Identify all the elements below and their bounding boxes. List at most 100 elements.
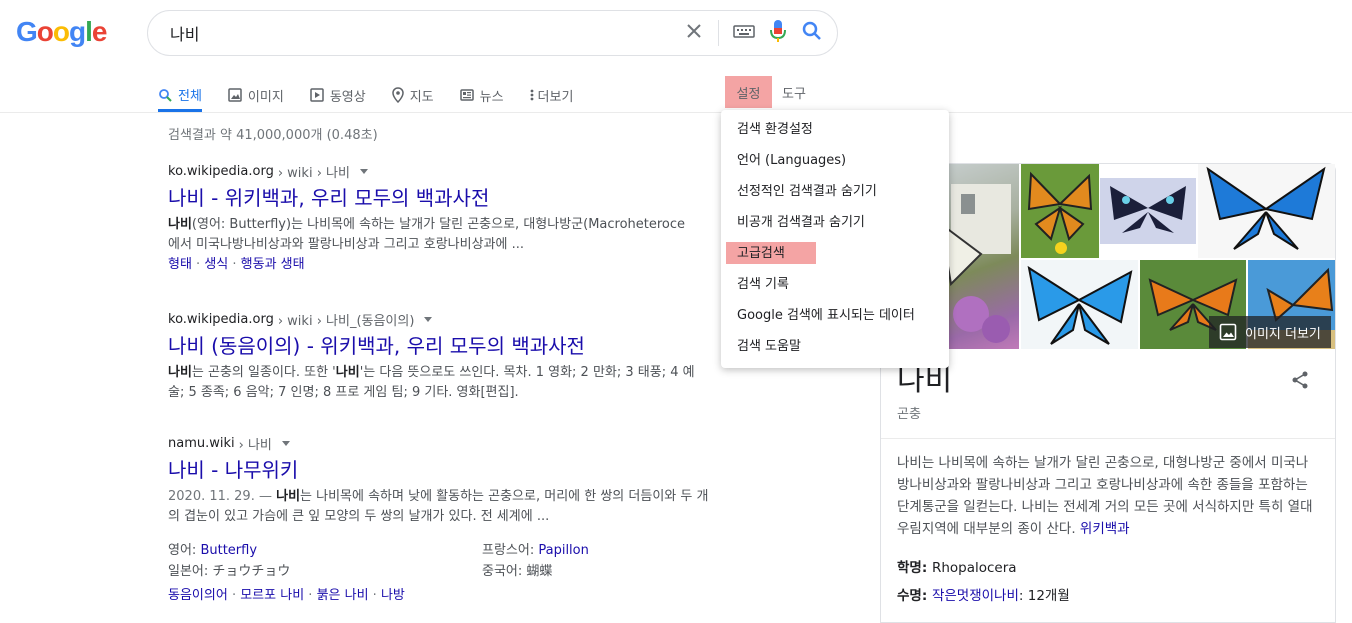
sitelink[interactable]: 행동과 생태 [241,257,305,272]
result-title[interactable]: 나비 - 나무위키 [168,457,768,483]
settings-menu: 검색 환경설정 언어 (Languages) 선정적인 검색결과 숨기기 비공개… [721,110,949,368]
tab-label: 더보기 [537,89,574,105]
google-logo[interactable]: Google [16,16,108,48]
sitelink[interactable]: 생식 [204,257,228,272]
microphone-icon[interactable] [769,19,787,47]
snippet-text: '는 다음 뜻으로도 쓰인다. 목차. 1 영화; 2 만화; 3 태풍; 4 … [359,365,695,380]
snippet-text: 에서 미국나방나비상과와 팔랑나비상과 그리고 호랑나비상과에 ... [168,237,524,252]
menu-item-search-history[interactable]: 검색 기록 [721,271,949,302]
result-snippet: 2020. 11. 29. — 나비는 나비목에 속하며 낮에 활동하는 곤충으… [168,487,768,527]
fact-value: Rhopalocera [931,560,1017,576]
tab-label: 지도 [409,89,434,105]
menu-item-label: 고급검색 [737,246,785,261]
search-icon[interactable] [801,20,823,46]
menu-item-your-data[interactable]: Google 검색에 표시되는 데이터 [721,302,949,333]
butterfly-image[interactable] [1198,164,1335,258]
result-snippet: 나비(영어: Butterfly)는 나비목에 속하는 날개가 달린 곤충으로,… [168,215,768,255]
sitelink[interactable]: 나방 [381,588,405,603]
more-images-button[interactable]: 이미지 더보기 [1209,316,1331,348]
snippet-text: (영어: Butterfly)는 나비목에 속하는 날개가 달린 곤충으로, 대… [191,217,686,232]
separator: · [228,257,241,272]
menu-item-hide-private[interactable]: 비공개 검색결과 숨기기 [721,209,949,240]
kp-source-link[interactable]: 위키백과 [1080,521,1130,537]
logo-letter: o [52,16,70,47]
chevron-down-icon[interactable] [281,441,290,446]
fact-value[interactable]: Papillon [538,543,589,558]
snippet-bold: 나비 [335,365,360,380]
fact-english: 영어: Butterfly [168,539,257,558]
tab-videos[interactable]: 동영상 [310,78,366,110]
sitelinks: 동음이의어 · 모르포 나비 · 붉은 나비 · 나방 [168,586,405,606]
separator: · [304,588,317,603]
menu-item-label: 검색 환경설정 [737,122,813,137]
fact-link[interactable]: 작은멋쟁이나비 [932,588,1019,604]
menu-item-advanced-search[interactable]: 고급검색 [721,240,949,271]
result-cite[interactable]: ko.wikipedia.org › wiki › 나비_(동음이의) [168,310,768,329]
result-path: › wiki › 나비_(동음이의) [277,314,415,329]
result-cite[interactable]: ko.wikipedia.org › wiki › 나비 [168,162,768,181]
result-path: › wiki › 나비 [277,166,350,181]
menu-item-label: Google 검색에 표시되는 데이터 [737,308,915,323]
butterfly-image[interactable] [1021,164,1099,258]
keyboard-icon[interactable] [733,23,755,43]
result-path: › 나비 [238,438,272,453]
butterfly-image[interactable] [1100,178,1196,244]
sitelink[interactable]: 동음이의어 [168,588,228,603]
more-vert-icon [530,89,533,101]
chevron-down-icon[interactable] [359,169,368,174]
tab-images[interactable]: 이미지 [228,78,284,110]
chevron-down-icon[interactable] [424,317,433,322]
snippet-text: 술; 5 종족; 6 음악; 7 인명; 8 프로 게임 팀; 9 기타. 영화… [168,385,519,400]
result-stats: 검색결과 약 41,000,000개 (0.48초) [168,128,378,143]
separator: · [368,588,381,603]
fact-japanese: 일본어: チョウチョウ [168,560,290,579]
fact-chinese: 중국어: 蝴蝶 [482,560,552,579]
fact-key: 프랑스어: [482,543,539,558]
kp-subtitle: 곤충 [897,407,921,422]
menu-item-hide-explicit[interactable]: 선정적인 검색결과 숨기기 [721,178,949,209]
sitelink[interactable]: 형태 [168,257,192,272]
result-cite[interactable]: namu.wiki › 나비 [168,434,768,453]
tools-label: 도구 [782,86,806,102]
search-input[interactable] [168,22,648,44]
fact-key: 학명: [897,560,932,576]
logo-letter: e [91,16,108,47]
butterfly-image[interactable] [1021,260,1138,349]
result-domain: ko.wikipedia.org [168,312,274,327]
snippet-bold: 나비 [276,489,301,504]
result-snippet: 나비는 곤충의 일종이다. 또한 '나비'는 다음 뜻으로도 쓰인다. 목차. … [168,363,768,403]
tab-more[interactable]: 더보기 [530,78,574,110]
tab-all[interactable]: 전체 [158,78,202,112]
sitelink[interactable]: 모르포 나비 [240,588,304,603]
tools-tab[interactable]: 도구 [782,76,806,108]
clear-icon[interactable] [684,21,704,45]
sitelinks: 형태 · 생식 · 행동과 생태 [168,255,768,275]
tab-label: 전체 [178,89,202,104]
share-icon[interactable] [1290,370,1310,394]
menu-item-label: 선정적인 검색결과 숨기기 [737,184,877,199]
more-images-label: 이미지 더보기 [1245,326,1321,342]
tab-label: 이미지 [247,89,284,105]
menu-item-search-help[interactable]: 검색 도움말 [721,333,949,364]
fact-key: 일본어: [168,564,213,579]
menu-item-search-settings[interactable]: 검색 환경설정 [721,116,949,147]
snippet-bold: 나비 [168,365,192,380]
result-title[interactable]: 나비 (동음이의) - 위키백과, 우리 모두의 백과사전 [168,333,768,359]
kp-divider [881,438,1335,439]
result-title[interactable]: 나비 - 위키백과, 우리 모두의 백과사전 [168,185,768,211]
tab-maps[interactable]: 지도 [391,78,434,110]
settings-label: 설정 [736,86,761,102]
snippet-bold: 나비 [168,217,192,232]
result-domain: namu.wiki [168,436,235,451]
snippet-text: 는 나비목에 속하며 낮에 활동하는 곤충으로, 머리에 한 쌍의 더듬이와 두… [300,489,709,504]
result-domain: ko.wikipedia.org [168,164,274,179]
sitelink[interactable]: 붉은 나비 [317,588,369,603]
settings-tab[interactable]: 설정 [725,76,772,108]
video-icon [310,88,324,102]
menu-item-languages[interactable]: 언어 (Languages) [721,147,949,178]
tab-news[interactable]: 뉴스 [459,78,504,110]
separator [718,20,719,46]
fact-key: 수명: [897,588,932,604]
fact-value[interactable]: Butterfly [200,543,257,558]
search-box [147,10,838,56]
